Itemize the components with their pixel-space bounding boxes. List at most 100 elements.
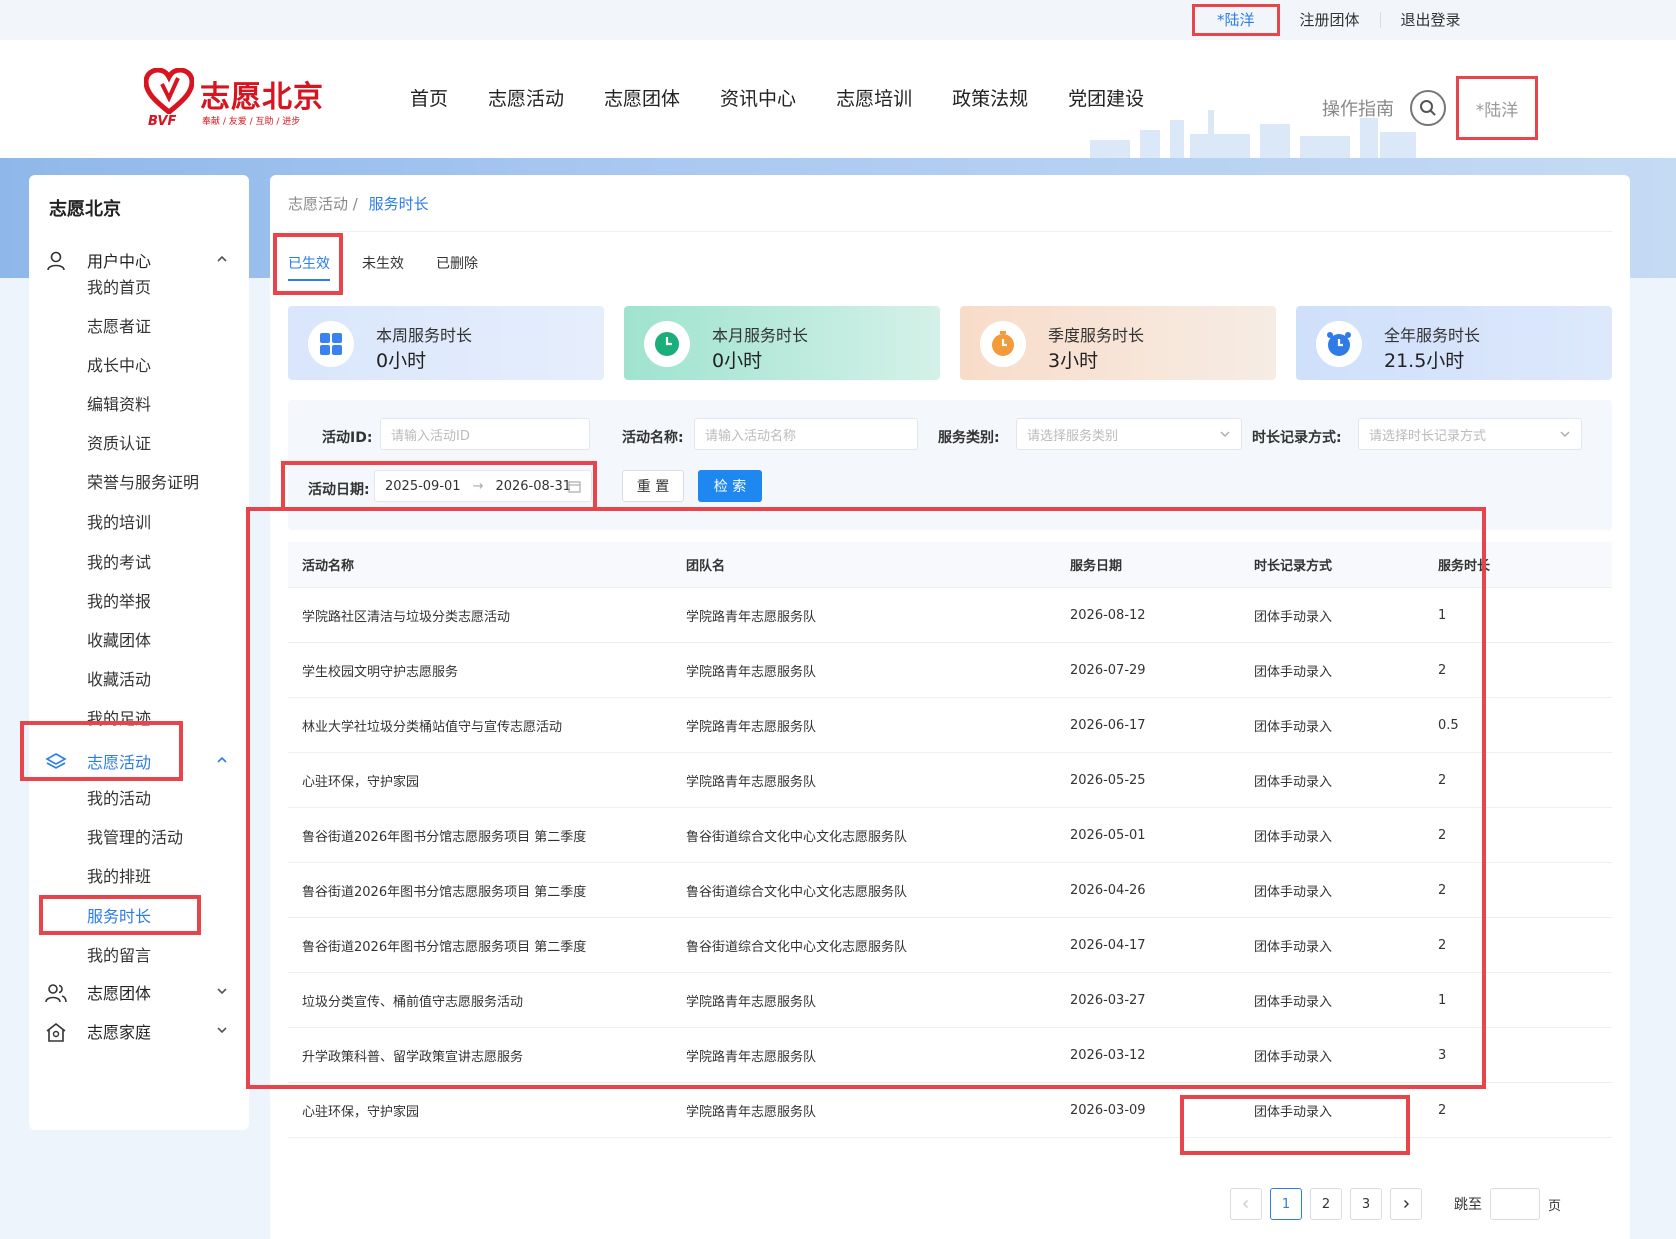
- sidebar-item-service-hours[interactable]: 服务时长: [87, 903, 151, 927]
- cell-record-method: 团体手动录入: [1254, 1104, 1333, 1120]
- cell-record-method: 团体手动录入: [1254, 664, 1333, 680]
- chevron-up-icon: [217, 756, 227, 763]
- record-method-label: 时长记录方式:: [1252, 430, 1342, 446]
- reset-button[interactable]: 重 置: [622, 470, 684, 502]
- stat-label: 本周服务时长: [376, 326, 473, 345]
- logo-title: 志愿北京: [200, 80, 324, 115]
- cell-record-method: 团体手动录入: [1254, 829, 1333, 845]
- nav-activities[interactable]: 志愿活动: [488, 84, 564, 111]
- sidebar-item-volunteer-card[interactable]: 志愿者证: [87, 313, 151, 337]
- cell-service-hours: 2: [1438, 827, 1447, 843]
- top-user-link[interactable]: *陆洋: [1192, 4, 1280, 36]
- sidebar-item-growth[interactable]: 成长中心: [87, 352, 151, 376]
- page-button-1[interactable]: 1: [1270, 1188, 1302, 1220]
- cell-activity-name: 学院路社区清洁与垃圾分类志愿活动: [302, 609, 511, 625]
- site-logo[interactable]: 志愿北京 BVF 奉献 / 友爱 / 互助 / 进步: [144, 68, 334, 132]
- tab-effective[interactable]: 已生效: [288, 253, 330, 281]
- sidebar-item-messages[interactable]: 我的留言: [87, 942, 151, 966]
- cell-service-date: 2026-03-27: [1070, 992, 1146, 1008]
- nav-news[interactable]: 资讯中心: [720, 84, 796, 111]
- cell-service-hours: 1: [1438, 607, 1447, 623]
- category-label: 服务类别:: [938, 430, 1000, 446]
- nav-policy[interactable]: 政策法规: [952, 84, 1028, 111]
- date-end[interactable]: 2026-08-31: [495, 479, 571, 494]
- page-suffix: 页: [1548, 1198, 1562, 1214]
- search-submit-button[interactable]: 检 索: [698, 470, 762, 502]
- top-bar: *陆洋 注册团体 退出登录: [0, 0, 1676, 40]
- cell-record-method: 团体手动录入: [1254, 774, 1333, 790]
- sidebar-item-fav-activities[interactable]: 收藏活动: [87, 666, 151, 690]
- cell-service-hours: 3: [1438, 1047, 1447, 1063]
- sidebar-group-label: 志愿家庭: [87, 1023, 152, 1042]
- breadcrumb-parent[interactable]: 志愿活动 /: [288, 195, 358, 213]
- sidebar-item-schedule[interactable]: 我的排班: [87, 863, 151, 887]
- register-team-link[interactable]: 注册团体: [1280, 12, 1380, 28]
- record-method-select[interactable]: 请选择时长记录方式: [1358, 418, 1582, 450]
- cell-activity-name: 心驻环保，守护家园: [302, 1104, 420, 1120]
- date-range-picker[interactable]: 2025-09-01 → 2026-08-31: [374, 470, 592, 502]
- tab-deleted[interactable]: 已删除: [436, 253, 478, 281]
- sidebar-item-honors[interactable]: 荣誉与服务证明: [87, 469, 199, 493]
- cell-service-hours: 2: [1438, 772, 1447, 788]
- page-button-3[interactable]: 3: [1350, 1188, 1382, 1220]
- activity-id-input[interactable]: 请输入活动ID: [380, 418, 590, 450]
- sidebar-item-my-activities[interactable]: 我的活动: [87, 785, 151, 809]
- sidebar-group-teams[interactable]: 志愿团体: [29, 971, 249, 1013]
- stat-card-quarter: 季度服务时长 3小时: [960, 306, 1276, 380]
- sidebar-item-managed-activities[interactable]: 我管理的活动: [87, 824, 183, 848]
- nav-home[interactable]: 首页: [410, 84, 448, 111]
- sidebar-item-exam[interactable]: 我的考试: [87, 549, 151, 573]
- next-page-button[interactable]: [1390, 1188, 1422, 1220]
- search-button[interactable]: [1410, 90, 1446, 126]
- stat-label: 季度服务时长: [1048, 326, 1145, 345]
- col-activity-name: 活动名称: [302, 559, 355, 574]
- calendar-icon: [568, 481, 581, 493]
- users-icon: [45, 984, 67, 1003]
- tab-pending[interactable]: 未生效: [362, 253, 404, 281]
- cell-service-date: 2026-06-17: [1070, 717, 1146, 733]
- status-tabs: 已生效 未生效 已删除: [288, 253, 510, 281]
- stat-label: 全年服务时长: [1384, 326, 1481, 345]
- cell-record-method: 团体手动录入: [1254, 939, 1333, 955]
- guide-link[interactable]: 操作指南: [1322, 95, 1394, 121]
- activity-name-label: 活动名称:: [622, 430, 684, 446]
- cell-record-method: 团体手动录入: [1254, 1049, 1333, 1065]
- prev-page-button[interactable]: [1230, 1188, 1262, 1220]
- breadcrumb-divider: [288, 231, 1612, 232]
- page-button-2[interactable]: 2: [1310, 1188, 1342, 1220]
- cell-service-date: 2026-04-26: [1070, 882, 1146, 898]
- nav-party[interactable]: 党团建设: [1068, 84, 1144, 111]
- cell-service-date: 2026-08-12: [1070, 607, 1146, 623]
- col-record-method: 时长记录方式: [1254, 559, 1333, 574]
- table-row: 心驻环保，守护家园 学院路青年志愿服务队 2026-03-09 团体手动录入 2: [288, 1083, 1612, 1138]
- heart-logo-icon: [144, 68, 194, 114]
- sidebar-group-family[interactable]: 志愿家庭: [29, 1010, 249, 1052]
- logout-link[interactable]: 退出登录: [1379, 12, 1481, 28]
- col-service-hours: 服务时长: [1438, 559, 1491, 574]
- sidebar-item-edit-profile[interactable]: 编辑资料: [87, 391, 151, 415]
- sidebar-item-training[interactable]: 我的培训: [87, 509, 151, 533]
- date-start[interactable]: 2025-09-01: [385, 479, 461, 494]
- cell-service-hours: 2: [1438, 937, 1447, 953]
- jump-page-input[interactable]: [1490, 1188, 1540, 1220]
- sidebar-item-home[interactable]: 我的首页: [87, 274, 151, 298]
- breadcrumb: 志愿活动 / 服务时长: [288, 193, 429, 214]
- pagination: 1 2 3 跳至 页: [1230, 1188, 1561, 1220]
- activity-name-input[interactable]: 请输入活动名称: [694, 418, 918, 450]
- cell-activity-name: 林业大学社垃圾分类桶站值守与宣传志愿活动: [302, 719, 563, 735]
- sidebar-item-fav-teams[interactable]: 收藏团体: [87, 627, 151, 651]
- cell-activity-name: 垃圾分类宣传、桶前值守志愿服务活动: [302, 994, 524, 1010]
- sidebar-item-footprint[interactable]: 我的足迹: [87, 705, 151, 729]
- activity-date-label: 活动日期:: [308, 482, 370, 498]
- sidebar-group-label: 用户中心: [87, 252, 152, 271]
- nav-teams[interactable]: 志愿团体: [604, 84, 680, 111]
- header-user-link[interactable]: *陆洋: [1456, 76, 1538, 140]
- category-select[interactable]: 请选择服务类别: [1016, 418, 1242, 450]
- stat-card-week: 本周服务时长 0小时: [288, 306, 604, 380]
- sidebar-item-report[interactable]: 我的举报: [87, 588, 151, 612]
- sidebar-item-qualification[interactable]: 资质认证: [87, 430, 151, 454]
- nav-training[interactable]: 志愿培训: [836, 84, 912, 111]
- cell-activity-name: 鲁谷街道2026年图书分馆志愿服务项目 第二季度: [302, 829, 587, 845]
- sidebar-group-activities[interactable]: 志愿活动: [29, 740, 249, 782]
- stopwatch-icon: [980, 321, 1026, 367]
